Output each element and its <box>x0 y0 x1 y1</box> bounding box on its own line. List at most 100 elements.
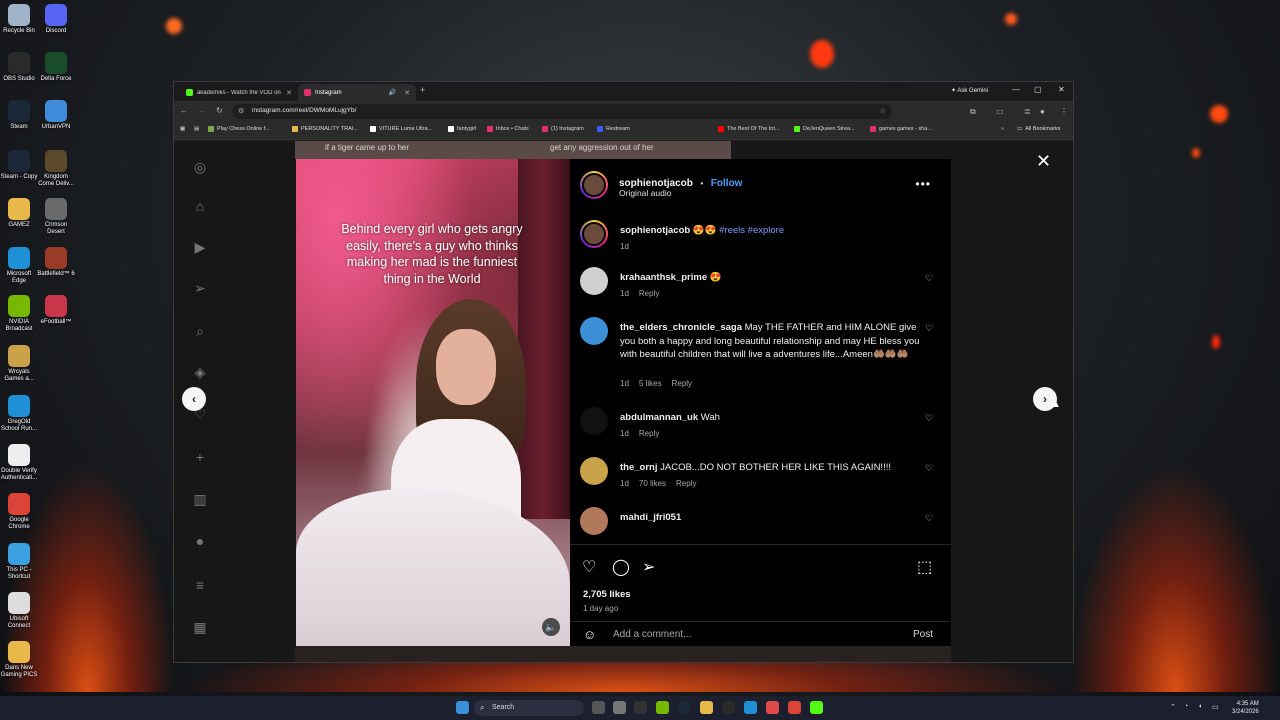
desktop-icon[interactable]: Ubisoft Connect <box>0 592 38 630</box>
home-icon[interactable]: ⌂ <box>192 198 208 214</box>
desktop-icon[interactable]: Crimson Desert <box>37 198 75 236</box>
dashboard-icon[interactable]: ▥ <box>192 491 208 507</box>
bookmark-folder-icon[interactable]: ▤ <box>194 126 199 132</box>
reply-button[interactable]: Reply <box>639 429 659 438</box>
bookmark-item[interactable]: (1) Instagram <box>542 126 584 132</box>
desktop-icon[interactable]: Discord <box>37 4 75 35</box>
new-tab-button[interactable]: + <box>420 85 425 95</box>
menu-icon[interactable]: ⋮ <box>1060 107 1068 116</box>
edge-icon[interactable] <box>744 701 757 714</box>
tab-kick[interactable]: akademiks - Watch the VOD on ✕ <box>180 84 298 101</box>
comment-username[interactable]: mahdi_jfri051 <box>620 512 681 523</box>
close-tab-icon[interactable]: ✕ <box>286 89 292 97</box>
desktop-icon[interactable]: GAMEZ <box>0 198 38 229</box>
more-menu-icon[interactable]: ≡ <box>192 577 208 593</box>
audio-icon[interactable]: 🔊 <box>389 89 396 96</box>
caption-hashtags[interactable]: #reels #explore <box>719 225 784 236</box>
explore-icon[interactable]: ◈ <box>192 364 208 380</box>
caption-avatar[interactable] <box>580 220 608 248</box>
like-heart-icon[interactable]: ♡ <box>582 557 596 577</box>
address-bar[interactable]: ⚙ instagram.com/reel/DWMoMLujgYb/ ☆ <box>232 104 892 119</box>
bookmark-item[interactable]: The Best Of The Int... <box>718 126 779 132</box>
desktop-icon[interactable]: NVIDIA Broadcast <box>0 295 38 333</box>
task-view-icon[interactable] <box>592 701 605 714</box>
desktop-icon[interactable]: Google Chrome <box>0 493 38 531</box>
bookmark-item[interactable]: fantygirl <box>448 126 476 132</box>
minimize-button[interactable]: — <box>1012 85 1020 94</box>
forward-button[interactable]: → <box>198 106 206 115</box>
comment-icon[interactable]: ◯ <box>612 557 630 577</box>
bookmarks-overflow-icon[interactable]: » <box>1001 126 1004 132</box>
tab-instagram[interactable]: Instagram 🔊 ✕ <box>298 84 416 101</box>
add-comment-input[interactable]: Add a comment... <box>613 629 691 640</box>
audio-label[interactable]: Original audio <box>619 188 671 198</box>
comment-username[interactable]: the_elders_chronicle_saga <box>620 322 742 333</box>
comment-username[interactable]: krahaanthsk_prime <box>620 272 707 283</box>
app-icon[interactable] <box>722 701 735 714</box>
close-window-button[interactable]: ✕ <box>1058 85 1065 94</box>
close-tab-icon[interactable]: ✕ <box>404 89 410 97</box>
reply-button[interactable]: Reply <box>672 379 692 388</box>
site-info-icon[interactable]: ⚙ <box>238 107 244 115</box>
comment-likes[interactable]: 70 likes <box>639 479 666 488</box>
reel-video[interactable]: Behind every girl who gets angry easily,… <box>296 159 570 646</box>
chrome-icon[interactable] <box>788 701 801 714</box>
star-icon[interactable]: ☆ <box>880 107 886 115</box>
desktop-icon[interactable]: Delta Force <box>37 52 75 83</box>
tray-chevron-icon[interactable]: ⌃ <box>1170 703 1176 711</box>
reload-button[interactable]: ↻ <box>216 106 223 115</box>
app-icon[interactable] <box>766 701 779 714</box>
close-icon[interactable]: ✕ <box>1036 151 1051 172</box>
desktop-icon[interactable]: Microsoft Edge <box>0 247 38 285</box>
desktop-icon[interactable]: Dans New Gaming PICS <box>0 641 38 679</box>
likes-count[interactable]: 2,705 likes <box>583 589 631 600</box>
start-icon[interactable] <box>456 701 469 714</box>
desktop-icon[interactable]: Steam <box>0 100 38 131</box>
desktop-icon[interactable]: Wrcyals Games a... <box>0 345 38 383</box>
author-avatar[interactable] <box>580 171 608 199</box>
media-icon[interactable]: ≣ <box>1024 107 1031 116</box>
bookmark-item[interactable]: Play Chess Online f... <box>208 126 270 132</box>
create-icon[interactable]: + <box>192 449 208 465</box>
commenter-avatar[interactable] <box>580 457 608 485</box>
comment-like-heart-icon[interactable]: ♡ <box>925 273 933 284</box>
bookmark-item[interactable]: games games - sha... <box>870 126 932 132</box>
all-bookmarks[interactable]: ▭ All Bookmarks <box>1017 126 1060 132</box>
post-button[interactable]: Post <box>913 629 933 640</box>
reels-icon[interactable]: ▶ <box>192 239 208 255</box>
save-bookmark-icon[interactable]: ⬚ <box>917 557 932 577</box>
desktop-icon[interactable]: eFootball™ <box>37 295 75 326</box>
comment-like-heart-icon[interactable]: ♡ <box>925 323 933 334</box>
reply-button[interactable]: Reply <box>676 479 696 488</box>
volume-icon[interactable]: ◖ <box>1198 703 1202 710</box>
commenter-avatar[interactable] <box>580 317 608 345</box>
desktop-icon[interactable]: Double Verify Authenticati... <box>0 444 38 482</box>
bookmark-item[interactable]: PERSONALITY TRAI... <box>292 126 358 132</box>
bookmark-item[interactable]: DeJenQueen Strea... <box>794 126 855 132</box>
file-explorer-icon[interactable] <box>700 701 713 714</box>
extensions-icon[interactable]: ⧉ <box>970 107 976 117</box>
apps-icon[interactable]: ▦ <box>180 126 185 132</box>
profile-icon[interactable]: ● <box>192 533 208 549</box>
more-options-button[interactable]: ••• <box>915 177 931 191</box>
follow-button[interactable]: Follow <box>711 178 743 189</box>
desktop-icon[interactable]: Recycle Bin <box>0 4 38 35</box>
comment-like-heart-icon[interactable]: ♡ <box>925 513 933 524</box>
commenter-avatar[interactable] <box>580 507 608 535</box>
instagram-logo-icon[interactable]: ◎ <box>192 159 208 175</box>
bookmark-item[interactable]: VITURE Luma Ultra... <box>370 126 432 132</box>
commenter-avatar[interactable] <box>580 267 608 295</box>
comment-username[interactable]: abdulmannan_uk <box>620 412 698 423</box>
settings-icon[interactable] <box>613 701 626 714</box>
app-icon[interactable] <box>634 701 647 714</box>
comment-likes[interactable]: 5 likes <box>639 379 662 388</box>
also-from-meta-icon[interactable]: ▦ <box>192 619 208 635</box>
sidebar-icon[interactable]: ▭ <box>996 107 1004 116</box>
search-icon[interactable]: ⌕ <box>192 323 208 339</box>
reply-button[interactable]: Reply <box>639 289 659 298</box>
battery-icon[interactable]: ▭ <box>1212 703 1219 711</box>
bookmark-item[interactable]: Restream <box>597 126 630 132</box>
desktop-icon[interactable]: Steam - Copy <box>0 150 38 181</box>
desktop-icon[interactable]: Battlefield™ 6 <box>37 247 75 278</box>
network-icon[interactable]: ◔ <box>1184 703 1188 710</box>
